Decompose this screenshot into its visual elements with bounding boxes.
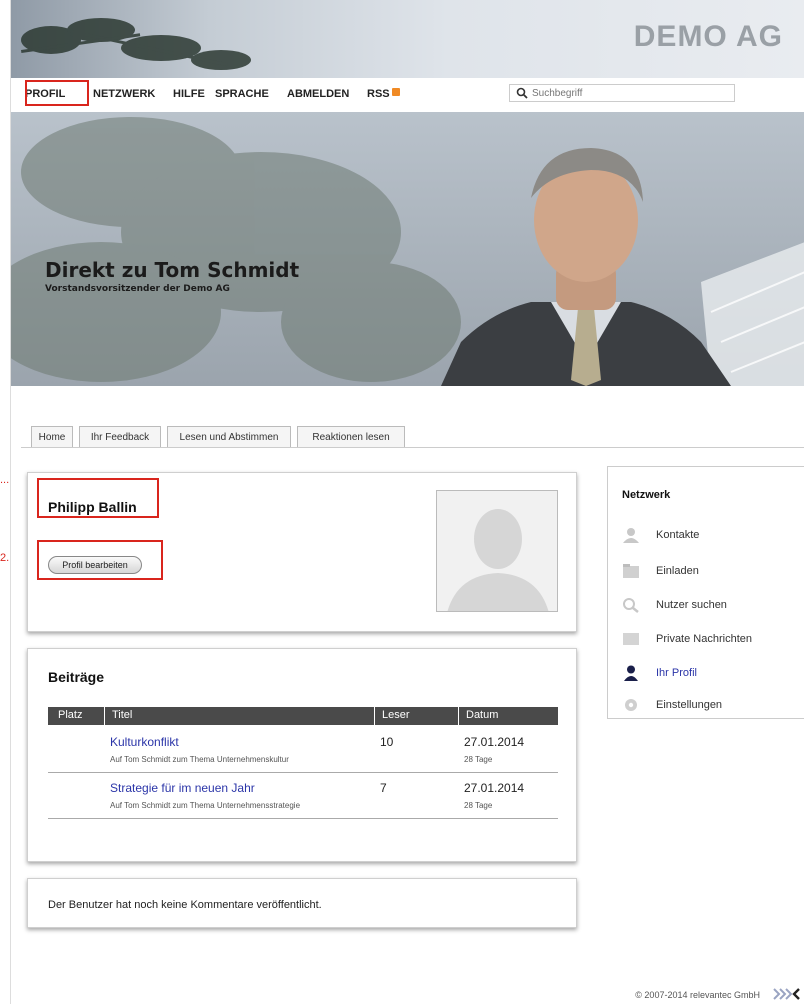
highlight-edit-button <box>37 540 163 580</box>
banner-subtitle: Vorstandsvorsitzender der Demo AG <box>45 284 230 294</box>
sidebar-item-label: Einladen <box>656 565 699 577</box>
search-box <box>509 84 735 102</box>
hero-banner: Direkt zu Tom Schmidt Vorstandsvorsitzen… <box>11 112 804 386</box>
sidebar-item-label: Nutzer suchen <box>656 599 727 611</box>
sidebar-title: Netzwerk <box>622 489 671 501</box>
footer-copyright: © 2007-2014 relevantec GmbH <box>635 990 760 1000</box>
tab-feedback[interactable]: Ihr Feedback <box>79 426 161 448</box>
post-title-link[interactable]: Strategie für im neuen Jahr <box>110 781 255 795</box>
post-date: 27.01.2014 <box>464 781 525 795</box>
col-datum: Datum <box>466 709 499 721</box>
brand-logo: DEMO AG <box>633 20 783 53</box>
post-title-link[interactable]: Kulturkonflikt <box>110 735 179 749</box>
post-leser: 10 <box>380 735 394 749</box>
col-titel: Titel <box>112 709 133 721</box>
nav-abmelden[interactable]: ABMELDEN <box>287 88 349 100</box>
nav-rss[interactable]: RSS <box>367 88 400 100</box>
col-leser: Leser <box>382 709 410 721</box>
page-frame: DEMO AG PROFIL NETZWERK HILFE SPRACHE AB… <box>10 0 804 1004</box>
table-row: Strategie für im neuen Jahr Auf Tom Schm… <box>48 775 558 819</box>
tab-divider <box>21 447 804 448</box>
nav-sprache[interactable]: SPRACHE <box>215 88 269 100</box>
post-description: Auf Tom Schmidt zum Thema Unternehmensst… <box>110 801 301 810</box>
network-sidebar: Netzwerk Kontakte Einladen Nutzer suchen… <box>607 466 804 719</box>
annotation-marker-2: 2. <box>0 552 10 564</box>
nav-netzwerk[interactable]: NETZWERK <box>93 88 155 100</box>
posts-table-header: Platz Titel Leser Datum <box>48 707 558 725</box>
avatar-placeholder-icon <box>447 509 549 611</box>
post-leser: 7 <box>380 781 387 795</box>
post-date: 27.01.2014 <box>464 735 525 749</box>
sidebar-item-label: Kontakte <box>656 529 700 541</box>
no-comments-text: Der Benutzer hat noch keine Kommentare v… <box>48 899 322 911</box>
search-user-icon <box>623 598 639 613</box>
highlight-profile-name <box>37 478 159 518</box>
tab-reaktionen[interactable]: Reaktionen lesen <box>297 426 405 448</box>
sidebar-item-label: Einstellungen <box>656 699 723 711</box>
posts-card: Beiträge Platz Titel Leser Datum Kulturk… <box>27 648 577 862</box>
nav-rss-label: RSS <box>367 88 390 100</box>
top-navigation: PROFIL NETZWERK HILFE SPRACHE ABMELDEN R… <box>11 78 804 112</box>
invite-icon <box>623 564 639 578</box>
nav-hilfe[interactable]: HILFE <box>173 88 205 100</box>
profile-icon <box>624 665 638 681</box>
contacts-icon <box>623 528 639 543</box>
banner-title: Direkt zu Tom Schmidt <box>45 258 300 282</box>
messages-icon <box>623 633 639 645</box>
rss-icon <box>391 88 400 96</box>
search-icon <box>516 87 528 99</box>
avatar <box>436 490 558 612</box>
relevantec-logo-icon <box>773 988 800 1000</box>
comments-card: Der Benutzer hat noch keine Kommentare v… <box>27 878 577 928</box>
highlight-profil-nav <box>25 80 89 106</box>
post-age: 28 Tage <box>464 755 493 764</box>
table-row: Kulturkonflikt Auf Tom Schmidt zum Thema… <box>48 729 558 773</box>
header-tree-image <box>21 18 251 70</box>
col-divider <box>458 707 459 725</box>
annotation-marker-1: ... <box>0 474 10 486</box>
posts-title: Beiträge <box>48 669 105 685</box>
col-divider <box>374 707 375 725</box>
sidebar-item-label: Ihr Profil <box>656 667 697 679</box>
sidebar-item-label: Private Nachrichten <box>656 633 752 645</box>
col-divider <box>104 707 105 725</box>
banner-photo <box>11 117 804 386</box>
post-description: Auf Tom Schmidt zum Thema Unternehmensku… <box>110 755 289 764</box>
tab-lesen-abstimmen[interactable]: Lesen und Abstimmen <box>167 426 291 448</box>
tab-home[interactable]: Home <box>31 426 73 448</box>
search-input[interactable] <box>532 86 728 100</box>
post-age: 28 Tage <box>464 801 493 810</box>
col-platz: Platz <box>58 709 83 721</box>
settings-icon <box>625 699 637 711</box>
header-banner: DEMO AG <box>11 0 804 78</box>
